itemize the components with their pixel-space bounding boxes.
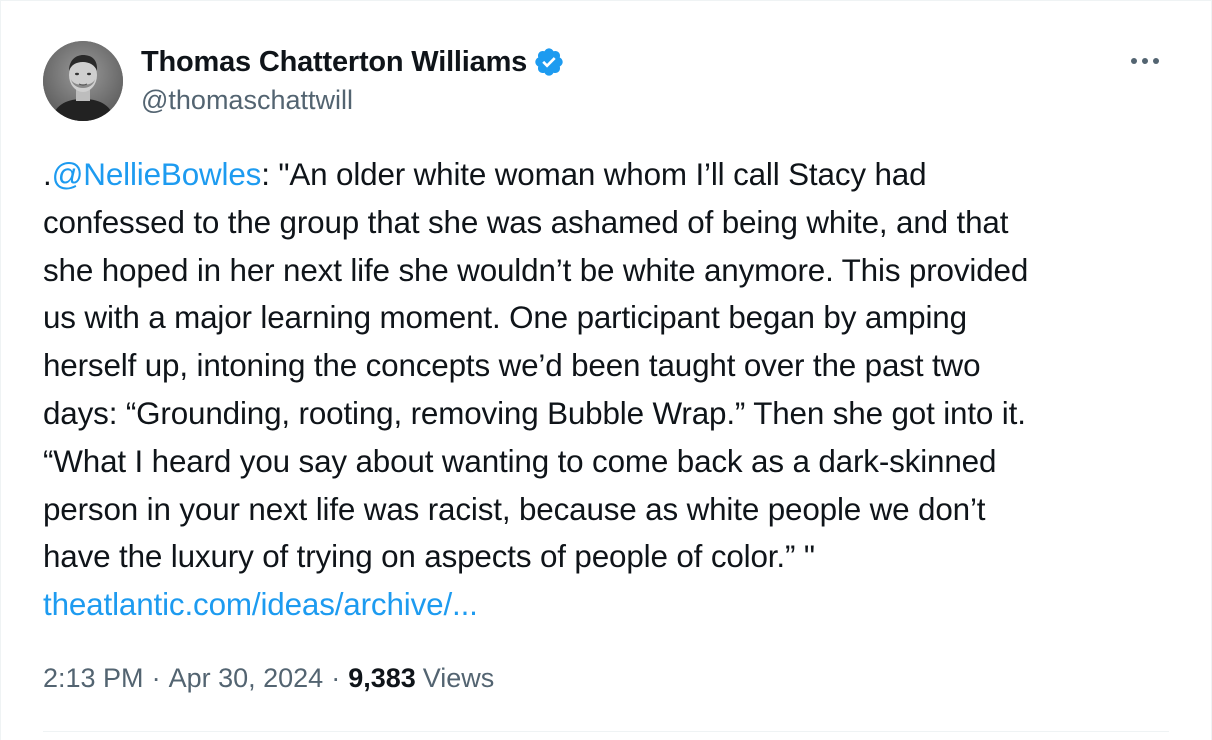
tweet-line: she hoped in her next life she wouldn’t … [43, 252, 1029, 288]
tweet-line: theatlantic.com/ideas/archive/... [43, 581, 1173, 629]
author-display-name[interactable]: Thomas Chatterton Williams [141, 46, 527, 79]
more-horizontal-icon [1131, 58, 1159, 64]
tweet-line: herself up, intoning the concepts we’d b… [43, 348, 981, 384]
tweet-line: person in your next life was racist, bec… [43, 491, 986, 527]
tweet-time[interactable]: 2:13 PM [43, 663, 144, 694]
tweet-line: us with a major learning moment. One par… [43, 300, 967, 336]
tweet-card: Thomas Chatterton Williams @thomaschattw… [0, 0, 1212, 740]
tweet-line: confessed to the group that she was asha… [43, 204, 1009, 240]
verified-badge-icon[interactable] [533, 46, 565, 78]
article-link[interactable]: theatlantic.com/ideas/archive/... [43, 587, 478, 622]
mention-link[interactable]: @NellieBowles [52, 157, 262, 192]
tweet-line: have the luxury of trying on aspects of … [43, 539, 815, 575]
more-options-button[interactable] [1125, 45, 1165, 77]
tweet-meta: 2:13 PM · Apr 30, 2024 · 9,383 Views [43, 663, 494, 694]
meta-separator: · [151, 663, 161, 693]
tweet-line: “What I heard you say about wanting to c… [43, 443, 997, 479]
views-label: Views [422, 663, 495, 693]
tweet-line-text: "An older white woman whom I’ll call Sta… [278, 157, 927, 192]
author-name-row[interactable]: Thomas Chatterton Williams [141, 43, 565, 81]
tweet-line: days: “Grounding, rooting, removing Bubb… [43, 395, 1026, 431]
meta-separator: · [331, 663, 341, 693]
tweet-date[interactable]: Apr 30, 2024 [169, 663, 324, 694]
tweet-text: .@NellieBowles: "An older white woman wh… [43, 151, 1173, 629]
author-handle[interactable]: @thomaschattwill [141, 85, 353, 116]
divider [43, 731, 1169, 732]
avatar[interactable] [43, 41, 123, 121]
views-count: 9,383 [348, 663, 416, 693]
profile-photo-icon [43, 41, 123, 121]
tweet-line: .@NellieBowles: "An older white woman wh… [43, 157, 927, 192]
